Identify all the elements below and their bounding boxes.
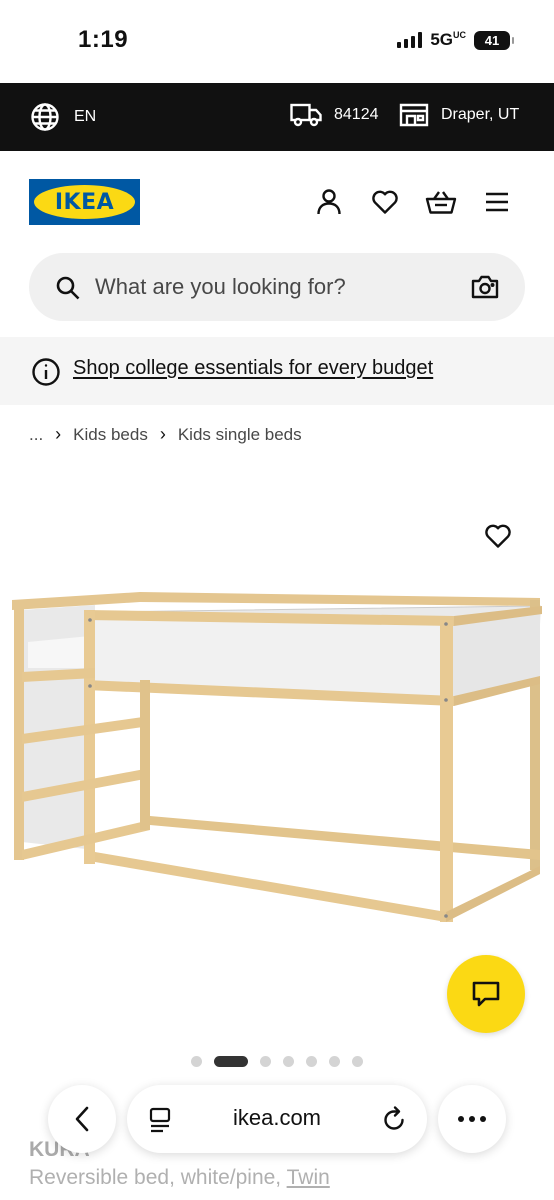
carousel-dot-active[interactable] bbox=[214, 1056, 248, 1067]
carousel-dot[interactable] bbox=[329, 1056, 340, 1067]
browser-address-bar[interactable]: ikea.com bbox=[127, 1085, 427, 1153]
globe-icon bbox=[31, 103, 59, 131]
reload-icon[interactable] bbox=[381, 1105, 407, 1133]
basket-icon[interactable] bbox=[424, 187, 458, 217]
status-time: 1:19 bbox=[78, 26, 129, 53]
chat-icon bbox=[472, 981, 500, 1007]
bed-illustration bbox=[12, 592, 542, 922]
product-image[interactable] bbox=[0, 520, 554, 950]
logo-text: IKEA bbox=[34, 185, 135, 219]
camera-icon[interactable] bbox=[471, 274, 499, 300]
truck-icon bbox=[290, 103, 322, 127]
delivery-zip[interactable]: 84124 bbox=[290, 102, 379, 128]
info-icon bbox=[32, 358, 60, 386]
carousel-dot[interactable] bbox=[283, 1056, 294, 1067]
search-icon[interactable] bbox=[55, 275, 81, 301]
language-selector[interactable]: EN bbox=[30, 102, 96, 132]
language-label: EN bbox=[74, 108, 97, 125]
browser-more-button[interactable] bbox=[438, 1085, 506, 1153]
status-indicators: 5GUC 41 bbox=[397, 30, 514, 50]
status-bar: 1:19 5GUC 41 bbox=[0, 0, 554, 83]
ellipsis-icon bbox=[458, 1116, 486, 1122]
chevron-right-icon: › bbox=[55, 424, 62, 444]
size-link[interactable]: Twin bbox=[287, 1166, 330, 1189]
signal-icon bbox=[397, 32, 423, 48]
carousel-dot[interactable] bbox=[260, 1056, 271, 1067]
store-selector[interactable]: Draper, UT bbox=[399, 102, 519, 128]
promo-banner: Shop college essentials for every budget bbox=[0, 337, 554, 405]
header-actions bbox=[312, 187, 514, 217]
chat-button[interactable] bbox=[447, 955, 525, 1033]
chevron-left-icon bbox=[75, 1106, 89, 1132]
browser-back-button[interactable] bbox=[48, 1085, 116, 1153]
search-input[interactable] bbox=[95, 253, 455, 321]
breadcrumb-item-kids-single-beds[interactable]: Kids single beds bbox=[178, 425, 302, 445]
site-header: IKEA bbox=[0, 151, 554, 251]
carousel-dot[interactable] bbox=[352, 1056, 363, 1067]
carousel-dot[interactable] bbox=[191, 1056, 202, 1067]
search-bar bbox=[29, 253, 525, 321]
product-description: Reversible bed, white/pine, Twin bbox=[29, 1166, 330, 1189]
ikea-logo[interactable]: IKEA bbox=[29, 179, 140, 225]
chevron-right-icon: › bbox=[159, 424, 166, 444]
breadcrumb-item-kids-beds[interactable]: Kids beds bbox=[73, 425, 148, 445]
store-label: Draper, UT bbox=[441, 106, 520, 123]
zip-label: 84124 bbox=[334, 106, 379, 123]
top-bar: EN 84124 Draper, UT bbox=[0, 83, 554, 151]
heart-icon[interactable] bbox=[368, 187, 402, 217]
battery-icon: 41 bbox=[474, 30, 514, 50]
carousel-dot[interactable] bbox=[306, 1056, 317, 1067]
breadcrumb-ellipsis[interactable]: ... bbox=[29, 425, 43, 445]
network-label: 5GUC bbox=[430, 30, 466, 49]
carousel-dots bbox=[0, 1056, 554, 1067]
store-icon bbox=[399, 103, 429, 127]
breadcrumb: ... › Kids beds › Kids single beds bbox=[29, 424, 302, 445]
account-icon[interactable] bbox=[312, 187, 346, 217]
promo-link[interactable]: Shop college essentials for every budget bbox=[73, 357, 433, 380]
menu-icon[interactable] bbox=[480, 187, 514, 217]
